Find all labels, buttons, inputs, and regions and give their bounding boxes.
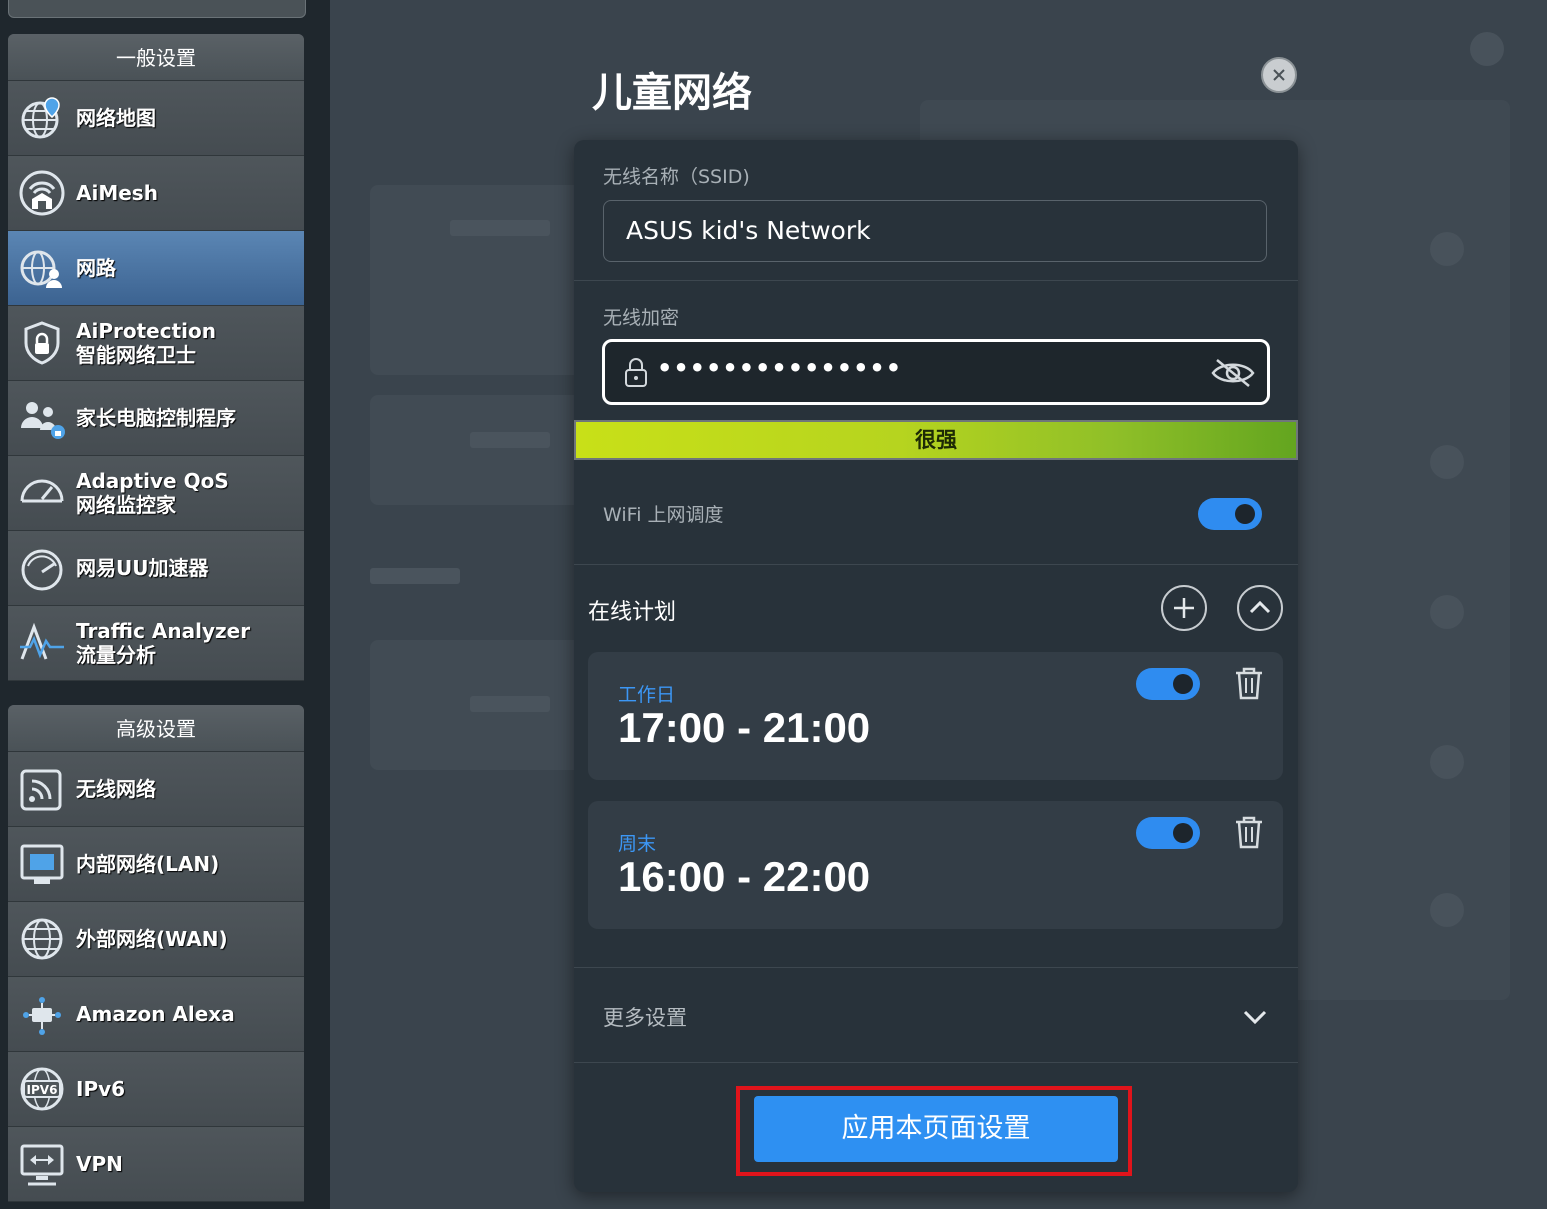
schedule-toggle[interactable]: [1136, 668, 1200, 700]
wifi-schedule-toggle[interactable]: [1198, 498, 1262, 530]
background-circle: [1430, 595, 1464, 629]
sidebar-item-parental-control[interactable]: 家长电脑控制程序: [8, 381, 304, 456]
sidebar-item-wireless[interactable]: 无线网络: [8, 752, 304, 827]
background-circle: [1430, 445, 1464, 479]
background-circle: [1470, 32, 1504, 66]
close-button[interactable]: [1261, 57, 1297, 93]
sidebar-item-label: 网络地图: [76, 106, 156, 130]
background-circle: [1430, 232, 1464, 266]
sidebar-item-wan[interactable]: 外部网络(WAN): [8, 902, 304, 977]
general-settings-header: 一般设置: [8, 34, 304, 81]
ssid-input[interactable]: ASUS kid's Network: [603, 200, 1267, 262]
sidebar-item-adaptive-qos[interactable]: Adaptive QoS 网络监控家: [8, 456, 304, 531]
divider: [574, 564, 1298, 565]
schedule-time: 16:00 - 22:00: [618, 853, 871, 900]
sidebar-item-ipv6[interactable]: IPV6 IPv6: [8, 1052, 304, 1127]
more-settings-row[interactable]: 更多设置: [574, 968, 1298, 1062]
wireless-icon: [20, 769, 62, 811]
divider: [574, 280, 1298, 281]
sidebar-item-aiprotection[interactable]: AiProtection 智能网络卫士: [8, 306, 304, 381]
password-input[interactable]: •••••••••••••••: [602, 339, 1270, 405]
wifi-schedule-label: WiFi 上网调度: [603, 504, 724, 526]
sidebar-item-label: 网易UU加速器: [76, 556, 209, 580]
sidebar-item-label: Amazon Alexa: [76, 1002, 235, 1026]
schedule-card-weekend[interactable]: 周末 16:00 - 22:00: [588, 801, 1283, 929]
background-bar: [470, 432, 550, 448]
sidebar-item-uu-accelerator[interactable]: 网易UU加速器: [8, 531, 304, 606]
close-icon: [1273, 69, 1285, 81]
background-bar: [470, 696, 550, 712]
sidebar-item-label: 无线网络: [76, 777, 156, 801]
sidebar-item-label: Traffic Analyzer 流量分析: [76, 619, 251, 667]
sidebar-item-network[interactable]: 网路: [8, 231, 304, 306]
plus-icon: [1174, 598, 1194, 618]
aimesh-icon: [19, 170, 65, 216]
background-bar: [450, 220, 550, 236]
password-label: 无线加密: [603, 307, 680, 329]
collapse-schedule-button[interactable]: [1237, 585, 1283, 631]
alexa-icon: [23, 997, 61, 1035]
svg-text:IPV6: IPV6: [27, 1083, 58, 1097]
trash-icon[interactable]: [1234, 815, 1264, 849]
schedule-card-weekday[interactable]: 工作日 17:00 - 21:00: [588, 652, 1283, 780]
advanced-settings-menu: 高级设置 无线网络 内部网络(LAN) 外部网络(WAN) Amazon Ale…: [8, 705, 304, 1202]
globe-map-icon: [21, 97, 60, 139]
schedule-name: 周末: [618, 833, 657, 855]
speedometer-icon: [20, 479, 64, 503]
password-strength-bar: 很强: [574, 420, 1298, 460]
sidebar-item-label: AiProtection 智能网络卫士: [76, 319, 216, 367]
ssid-label: 无线名称（SSID): [603, 166, 750, 188]
sidebar-item-label: 外部网络(WAN): [76, 927, 228, 951]
ipv6-icon: IPV6: [20, 1067, 64, 1111]
lan-icon: [20, 844, 64, 884]
sidebar-item-label: AiMesh: [76, 181, 158, 205]
parental-control-icon: [21, 402, 65, 439]
more-settings-label: 更多设置: [603, 1006, 687, 1030]
apply-button-highlight: 应用本页面设置: [736, 1086, 1132, 1176]
toggle-knob: [1173, 674, 1193, 694]
background-bar: [370, 568, 460, 584]
advanced-settings-header: 高级设置: [8, 705, 304, 752]
background-circle: [1430, 893, 1464, 927]
schedule-name: 工作日: [618, 684, 676, 706]
sidebar-item-vpn[interactable]: VPN: [8, 1127, 304, 1202]
lock-icon: [625, 358, 647, 387]
sidebar-item-amazon-alexa[interactable]: Amazon Alexa: [8, 977, 304, 1052]
sidebar-item-label: VPN: [76, 1152, 123, 1176]
sidebar-item-lan[interactable]: 内部网络(LAN): [8, 827, 304, 902]
schedule-time: 17:00 - 21:00: [618, 704, 871, 751]
add-schedule-button[interactable]: [1161, 585, 1207, 631]
network-guest-icon: [20, 250, 62, 288]
toggle-knob: [1173, 823, 1193, 843]
general-settings-menu: 一般设置 网络地图 AiMesh 网路 AiProtection 智能网络卫士 …: [8, 34, 304, 681]
sidebar-item-label: 家长电脑控制程序: [76, 406, 236, 430]
wan-globe-icon: [21, 918, 63, 960]
sidebar-item-traffic-analyzer[interactable]: Traffic Analyzer 流量分析: [8, 606, 304, 681]
schedule-toggle[interactable]: [1136, 817, 1200, 849]
sidebar: 一般设置 网络地图 AiMesh 网路 AiProtection 智能网络卫士 …: [0, 0, 330, 1209]
traffic-pulse-icon: [20, 622, 64, 660]
shield-lock-icon: [24, 321, 60, 365]
vpn-icon: [20, 1144, 64, 1186]
gauge-icon: [21, 549, 63, 591]
sidebar-item-network-map[interactable]: 网络地图: [8, 81, 304, 156]
sidebar-item-label: Adaptive QoS 网络监控家: [76, 469, 229, 517]
eye-hidden-icon[interactable]: [1209, 356, 1257, 390]
sidebar-top-panel: [8, 0, 306, 18]
sidebar-item-label: 网路: [76, 256, 116, 280]
password-value: •••••••••••••••: [657, 354, 903, 382]
sidebar-item-label: 内部网络(LAN): [76, 852, 220, 876]
chevron-up-icon: [1249, 600, 1271, 614]
divider: [574, 1062, 1298, 1063]
background-circle: [1430, 745, 1464, 779]
online-plan-title: 在线计划: [588, 600, 677, 625]
trash-icon[interactable]: [1234, 666, 1264, 700]
sidebar-item-aimesh[interactable]: AiMesh: [8, 156, 304, 231]
apply-settings-button[interactable]: 应用本页面设置: [754, 1096, 1118, 1162]
sidebar-item-label: IPv6: [76, 1077, 126, 1101]
toggle-knob: [1235, 504, 1255, 524]
kids-network-card: 无线名称（SSID) ASUS kid's Network 无线加密 •••••…: [574, 140, 1298, 1192]
chevron-down-icon: [1243, 1010, 1267, 1025]
modal-title: 儿童网络: [592, 70, 752, 116]
